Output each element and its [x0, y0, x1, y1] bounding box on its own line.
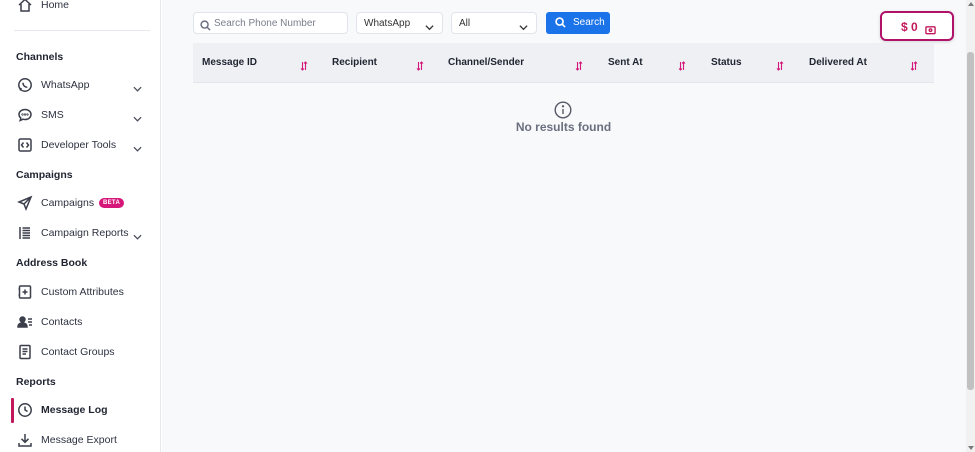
phone-search-field[interactable] [193, 12, 348, 34]
chat-bubble-icon [17, 107, 33, 123]
sort-icon[interactable] [776, 58, 784, 71]
scroll-up-arrow[interactable] [968, 2, 974, 6]
sidebar-item-custom-attributes[interactable]: Custom Attributes [0, 279, 160, 305]
column-header-delivered-at[interactable]: Delivered At [809, 57, 867, 68]
search-icon [555, 17, 566, 28]
sidebar-item-message-log[interactable]: Message Log [0, 397, 160, 423]
sidebar-divider [14, 30, 150, 31]
document-icon [17, 344, 33, 360]
sidebar-item-message-export[interactable]: Message Export [0, 427, 160, 452]
channel-select-value: WhatsApp [364, 18, 411, 29]
sidebar-item-label: Developer Tools [41, 139, 117, 151]
sidebar-item-campaign-reports[interactable]: Campaign Reports [0, 220, 160, 246]
column-header-recipient[interactable]: Recipient [332, 57, 377, 68]
empty-state: No results found [193, 100, 934, 140]
sidebar-item-label: WhatsApp [41, 79, 90, 91]
section-title-address-book: Address Book [16, 257, 88, 269]
sidebar-item-label: Campaigns [41, 197, 95, 209]
chevron-down-icon[interactable] [133, 111, 142, 122]
search-icon [200, 18, 211, 31]
home-icon [17, 0, 33, 13]
sidebar-item-developer-tools[interactable]: Developer Tools [0, 132, 160, 158]
sort-icon[interactable] [300, 58, 308, 71]
table-header: Message ID Recipient Channel/Sender Sent… [193, 43, 934, 83]
column-header-channel-sender[interactable]: Channel/Sender [448, 57, 524, 68]
sidebar-item-label: Custom Attributes [41, 286, 124, 298]
code-icon [17, 137, 33, 153]
sort-icon[interactable] [678, 58, 686, 71]
column-header-sent-at[interactable]: Sent At [608, 57, 643, 68]
sidebar-item-label: Message Log [41, 404, 108, 416]
sidebar-item-label: Home [41, 0, 70, 11]
download-icon [17, 432, 33, 448]
chevron-down-icon[interactable] [133, 229, 142, 240]
search-input[interactable] [214, 15, 344, 31]
info-icon [554, 101, 572, 119]
wallet-amount: $ 0 [901, 20, 918, 34]
empty-state-message: No results found [515, 120, 612, 134]
sidebar-item-label: Contact Groups [41, 346, 115, 358]
chevron-down-icon [519, 19, 528, 31]
sidebar-item-sms[interactable]: SMS [0, 102, 160, 128]
column-header-message-id[interactable]: Message ID [202, 57, 257, 68]
sidebar-item-label: Campaign Reports [41, 227, 129, 239]
whatsapp-icon [17, 77, 33, 93]
channel-select[interactable]: WhatsApp [356, 12, 443, 34]
search-button[interactable]: Search [546, 12, 610, 34]
page-scrollbar[interactable] [966, 0, 975, 452]
wallet-icon [925, 22, 936, 35]
chevron-down-icon [425, 19, 434, 31]
sort-icon[interactable] [910, 58, 918, 71]
scroll-down-arrow[interactable] [968, 446, 974, 450]
sidebar-item-home[interactable]: Home [0, 0, 160, 18]
chevron-down-icon[interactable] [133, 81, 142, 92]
wallet-balance-button[interactable]: $ 0 [880, 11, 954, 41]
main-content: WhatsApp All Search $ 0 Message ID Recip… [162, 0, 966, 452]
column-header-status[interactable]: Status [711, 57, 742, 68]
sort-icon[interactable] [575, 58, 583, 71]
section-title-channels: Channels [16, 51, 64, 63]
scrollbar-thumb[interactable] [967, 52, 974, 390]
section-title-campaigns: Campaigns [16, 169, 73, 181]
sidebar-item-label: Contacts [41, 316, 83, 328]
sidebar-item-contacts[interactable]: Contacts [0, 309, 160, 335]
beta-badge: BETA [99, 198, 125, 208]
search-button-label: Search [573, 17, 605, 28]
sidebar-item-label: Message Export [41, 434, 117, 446]
sidebar-item-label: SMS [41, 109, 64, 121]
chevron-down-icon[interactable] [133, 141, 142, 152]
sidebar-item-whatsapp[interactable]: WhatsApp [0, 72, 160, 98]
attribute-icon [17, 284, 33, 300]
send-icon [17, 195, 33, 211]
sort-icon[interactable] [416, 58, 424, 71]
clock-icon [17, 402, 33, 418]
section-title-reports: Reports [16, 376, 56, 388]
sidebar: Home Channels WhatsApp SMS Developer Too… [0, 0, 161, 452]
sidebar-item-campaigns[interactable]: Campaigns BETA [0, 190, 160, 216]
status-select[interactable]: All [451, 12, 537, 34]
status-select-value: All [459, 18, 471, 29]
sidebar-item-contact-groups[interactable]: Contact Groups [0, 339, 160, 365]
contacts-icon [17, 314, 33, 330]
list-icon [17, 225, 33, 241]
